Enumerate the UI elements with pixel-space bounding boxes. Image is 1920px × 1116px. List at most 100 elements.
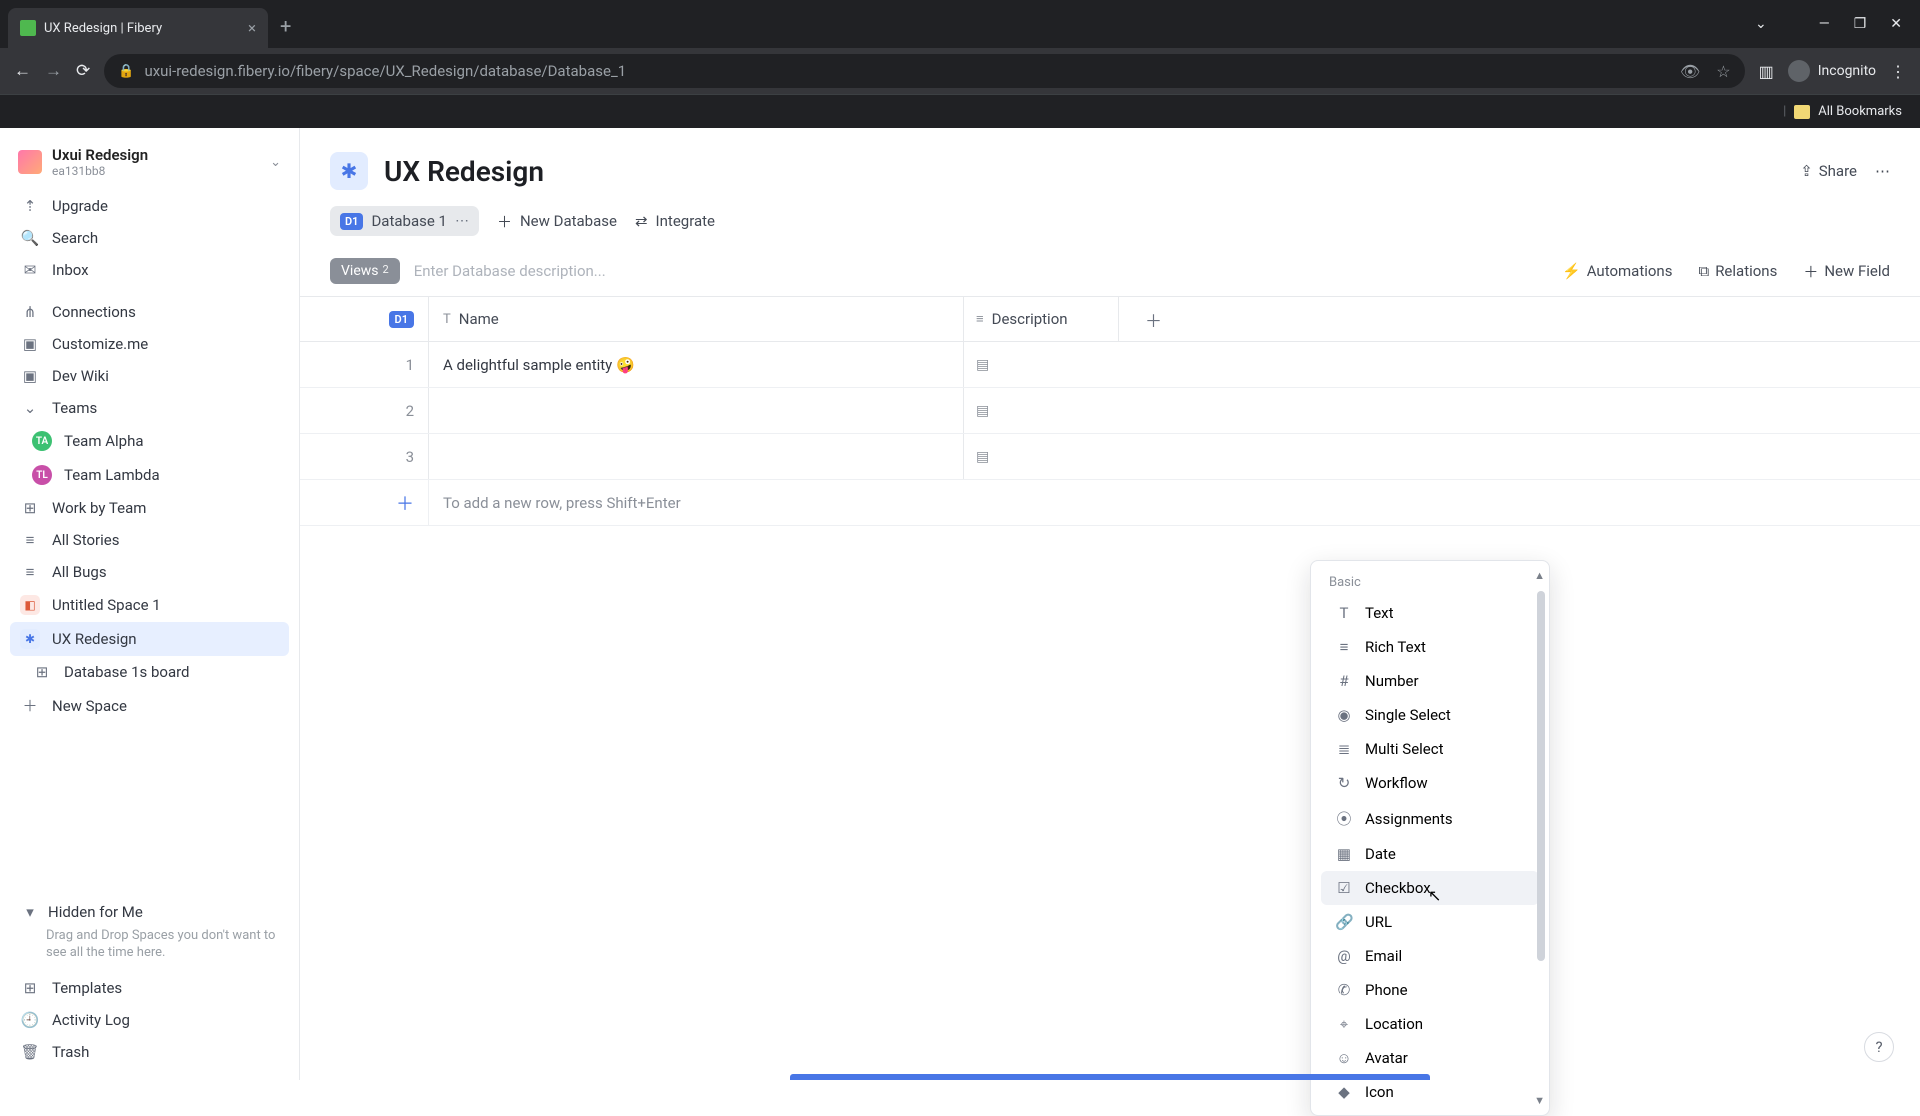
search-icon: 🔍 <box>20 229 40 247</box>
field-type-single-select[interactable]: ◉Single Select <box>1321 698 1539 732</box>
browser-tab-strip: UX Redesign | Fibery × + ⌄ — ❐ ✕ <box>0 0 1920 48</box>
chevron-down-icon: ⌄ <box>270 155 281 170</box>
space-icon[interactable]: ✱ <box>330 152 368 190</box>
sidebar-hidden-toggle[interactable]: ▾Hidden for Me <box>10 897 289 927</box>
column-header-description[interactable]: ≡Description <box>963 297 1118 341</box>
scrollbar-thumb[interactable] <box>1537 591 1545 961</box>
back-icon[interactable]: ← <box>14 61 31 81</box>
cell-description[interactable]: ▤ <box>963 388 1118 433</box>
forward-icon[interactable]: → <box>45 61 62 81</box>
sidebar-trash[interactable]: 🗑Trash <box>10 1036 289 1068</box>
field-type-icon: T <box>1335 604 1353 622</box>
field-type-avatar[interactable]: ☺Avatar <box>1321 1041 1539 1075</box>
minimize-icon[interactable]: — <box>1819 16 1830 32</box>
scroll-up-icon[interactable]: ▲ <box>1534 569 1545 582</box>
sidebar-hidden-desc: Drag and Drop Spaces you don't want to s… <box>10 927 289 972</box>
share-button[interactable]: ⇪Share <box>1800 162 1857 180</box>
space-icon: ✱ <box>20 629 40 649</box>
file-icon: ▣ <box>20 367 40 385</box>
sidebar-dev-wiki[interactable]: ▣Dev Wiki <box>10 360 289 392</box>
add-row-button[interactable]: ＋ To add a new row, press Shift+Enter <box>300 480 1920 526</box>
workspace-id: ea131bb8 <box>52 164 148 178</box>
column-header-name[interactable]: TName <box>428 297 963 341</box>
browser-tab[interactable]: UX Redesign | Fibery × <box>8 8 268 48</box>
sidebar-ux-redesign[interactable]: ✱UX Redesign <box>10 622 289 656</box>
field-type-email[interactable]: @Email <box>1321 939 1539 973</box>
table-row[interactable]: 1 A delightful sample entity 🤪 ▤ <box>300 342 1920 388</box>
sidebar-search[interactable]: 🔍Search <box>10 222 289 254</box>
field-type-phone[interactable]: ✆Phone <box>1321 973 1539 1007</box>
views-button[interactable]: Views2 <box>330 258 400 284</box>
close-tab-icon[interactable]: × <box>248 19 256 37</box>
field-type-workflow[interactable]: ↻Workflow <box>1321 766 1539 800</box>
privacy-icon[interactable]: 👁 <box>1680 62 1700 81</box>
field-type-icon: 🔗 <box>1335 913 1353 931</box>
reload-icon[interactable]: ⟳ <box>76 61 90 81</box>
sidebar-teams[interactable]: ⌄Teams <box>10 392 289 424</box>
cell-name[interactable] <box>428 434 963 479</box>
scroll-down-icon[interactable]: ▼ <box>1534 1094 1545 1107</box>
field-type-date[interactable]: ▦Date <box>1321 837 1539 871</box>
integrate-button[interactable]: ⇄Integrate <box>635 212 715 230</box>
sidebar-inbox[interactable]: ✉Inbox <box>10 254 289 286</box>
field-type-location[interactable]: ⌖Location <box>1321 1007 1539 1041</box>
sidebar-work-by-team[interactable]: ⊞Work by Team <box>10 492 289 524</box>
table-row[interactable]: 2 ▤ <box>300 388 1920 434</box>
cell-name[interactable] <box>428 388 963 433</box>
add-column-button[interactable]: ＋ <box>1118 297 1188 341</box>
sidebar-team-alpha[interactable]: TATeam Alpha <box>10 424 289 458</box>
tab-more-icon[interactable]: ⋯ <box>455 213 469 229</box>
sidebar-templates[interactable]: ⊞Templates <box>10 972 289 1004</box>
panel-icon[interactable]: ▥ <box>1759 62 1774 81</box>
bookmark-star-icon[interactable]: ☆ <box>1716 62 1730 81</box>
workspace-switcher[interactable]: Uxui Redesign ea131bb8 ⌄ <box>10 140 289 184</box>
all-bookmarks[interactable]: All Bookmarks <box>1818 104 1902 119</box>
database-tab-active[interactable]: D1 Database 1 ⋯ <box>330 206 479 236</box>
sidebar-untitled-space[interactable]: ◧Untitled Space 1 <box>10 588 289 622</box>
sidebar-upgrade[interactable]: ⇡Upgrade <box>10 190 289 222</box>
help-button[interactable]: ? <box>1864 1032 1894 1062</box>
database-description-input[interactable]: Enter Database description... <box>414 262 606 280</box>
cell-description[interactable]: ▤ <box>963 342 1118 387</box>
automations-button[interactable]: ⚡Automations <box>1562 262 1672 280</box>
field-type-assignments[interactable]: ⦿Assignments <box>1321 800 1539 837</box>
db-badge: D1 <box>389 311 414 328</box>
dropdown-scrollbar[interactable]: ▲ ▼ <box>1535 569 1547 1107</box>
close-window-icon[interactable]: ✕ <box>1890 16 1902 32</box>
sidebar-all-bugs[interactable]: ≡All Bugs <box>10 556 289 588</box>
field-type-icon: ✆ <box>1335 981 1353 999</box>
field-type-icon[interactable]: ◆Icon <box>1321 1075 1539 1109</box>
sidebar-activity[interactable]: 🕘Activity Log <box>10 1004 289 1036</box>
new-database-button[interactable]: ＋New Database <box>497 211 617 232</box>
inbox-icon: ✉ <box>20 261 40 279</box>
board-icon: ⊞ <box>20 499 40 517</box>
cell-description[interactable]: ▤ <box>963 434 1118 479</box>
templates-icon: ⊞ <box>20 979 40 997</box>
field-type-multi-select[interactable]: ≣Multi Select <box>1321 732 1539 766</box>
page-title[interactable]: UX Redesign <box>384 155 544 188</box>
new-field-button[interactable]: ＋New Field <box>1803 261 1890 282</box>
relations-button[interactable]: ⧉Relations <box>1698 262 1777 280</box>
field-type-icon: @ <box>1335 947 1353 965</box>
field-type-text[interactable]: TText <box>1321 596 1539 630</box>
sidebar-db-board[interactable]: ⊞Database 1s board <box>10 656 289 688</box>
browser-menu-icon[interactable]: ⋮ <box>1890 62 1906 81</box>
new-tab-button[interactable]: + <box>280 14 291 38</box>
sidebar-new-space[interactable]: ＋New Space <box>10 688 289 723</box>
field-type-rich-text[interactable]: ≡Rich Text <box>1321 630 1539 664</box>
maximize-icon[interactable]: ❐ <box>1854 16 1867 32</box>
tab-list-icon[interactable]: ⌄ <box>1755 16 1767 32</box>
address-bar[interactable]: 🔒 uxui-redesign.fibery.io/fibery/space/U… <box>104 54 1744 88</box>
incognito-badge[interactable]: Incognito <box>1788 60 1876 82</box>
mouse-cursor: ↖ <box>1428 886 1441 905</box>
sidebar-all-stories[interactable]: ≡All Stories <box>10 524 289 556</box>
table-row[interactable]: 3 ▤ <box>300 434 1920 480</box>
sidebar-team-lambda[interactable]: TLTeam Lambda <box>10 458 289 492</box>
cell-name[interactable]: A delightful sample entity 🤪 <box>428 342 963 387</box>
sidebar-customize[interactable]: ▣Customize.me <box>10 328 289 360</box>
richtext-icon: ≡ <box>976 311 984 327</box>
field-type-number[interactable]: #Number <box>1321 664 1539 698</box>
sidebar-connections[interactable]: ⋔Connections <box>10 296 289 328</box>
field-type-url[interactable]: 🔗URL <box>1321 905 1539 939</box>
more-icon[interactable]: ⋯ <box>1875 162 1890 180</box>
